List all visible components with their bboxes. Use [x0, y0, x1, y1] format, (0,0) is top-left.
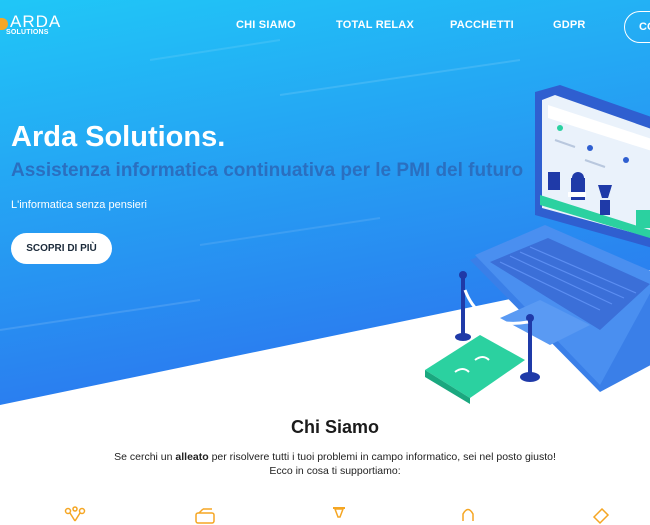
- main-navigation: CHI SIAMO TOTAL RELAX PACCHETTI GDPR CO: [0, 11, 650, 43]
- network-icon: [64, 506, 86, 522]
- laptop-illustration: [425, 85, 650, 404]
- nav-item-chi-siamo[interactable]: CHI SIAMO: [236, 19, 296, 31]
- hero-tagline: L'informatica senza pensieri: [11, 199, 148, 211]
- discover-more-button[interactable]: SCOPRI DI PIÙ: [11, 233, 112, 264]
- hero-section: ARDA SOLUTIONS CHI SIAMO TOTAL RELAX PAC…: [0, 0, 650, 521]
- nav-item-pacchetti[interactable]: PACCHETTI: [450, 19, 514, 31]
- hourglass-icon: [333, 507, 345, 518]
- about-text-before: Se cerchi un: [114, 451, 176, 463]
- hero-title: Arda Solutions.: [11, 121, 226, 153]
- about-text-line2: Ecco in cosa ti supportiamo:: [269, 465, 401, 477]
- server-icon: [195, 508, 215, 524]
- nav-item-gdpr[interactable]: GDPR: [553, 19, 586, 31]
- contact-button[interactable]: CO: [624, 11, 650, 43]
- about-text-bold: alleato: [175, 451, 209, 463]
- hammer-icon: [592, 507, 610, 525]
- about-text-after: per risolvere tutti i tuoi problemi in c…: [208, 451, 556, 463]
- contact-button-label: CO: [639, 21, 650, 33]
- lock-icon: [462, 508, 474, 521]
- services-icons-row: [0, 505, 650, 525]
- about-title: Chi Siamo: [290, 417, 379, 437]
- nav-item-total-relax[interactable]: TOTAL RELAX: [336, 19, 414, 31]
- about-description: Se cerchi un alleato per risolvere tutti…: [0, 450, 650, 478]
